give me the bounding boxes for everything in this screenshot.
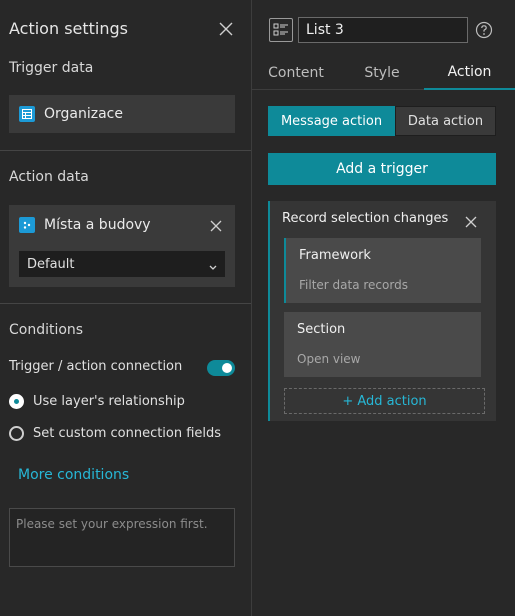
add-action-button[interactable]: + Add action <box>284 388 485 414</box>
connection-toggle-label: Trigger / action connection <box>9 359 183 374</box>
panel-title: Action settings <box>9 19 128 38</box>
radio-label: Set custom connection fields <box>33 426 222 441</box>
widget-name-input[interactable]: List 3 <box>298 17 468 43</box>
table-icon <box>19 106 35 122</box>
help-icon[interactable] <box>475 21 493 43</box>
add-trigger-button[interactable]: Add a trigger <box>268 153 496 185</box>
tab-style[interactable]: Style <box>340 56 424 90</box>
points-layer-icon <box>19 217 35 233</box>
conditions-label: Conditions <box>9 322 84 338</box>
action-data-source: Místa a budovy Default <box>9 205 235 287</box>
radio-button[interactable] <box>9 394 24 409</box>
tab-content[interactable]: Content <box>252 56 340 90</box>
action-item-title: Framework <box>299 248 371 263</box>
trigger-source-name: Organizace <box>44 106 123 122</box>
tab-action[interactable]: Action <box>424 56 515 90</box>
radio-button[interactable] <box>9 426 24 441</box>
view-select-value: Default <box>27 256 75 272</box>
radio-custom-fields[interactable]: Set custom connection fields <box>9 426 221 441</box>
widget-settings-panel: List 3 Content Style Action Message acti… <box>252 0 515 616</box>
more-conditions-link[interactable]: More conditions <box>18 467 129 483</box>
action-item-desc: Open view <box>297 352 361 366</box>
action-settings-panel: Action settings Trigger data Organizace … <box>0 0 251 616</box>
action-item-desc: Filter data records <box>299 278 408 292</box>
data-action-tab[interactable]: Data action <box>395 106 496 136</box>
radio-label: Use layer's relationship <box>33 394 185 409</box>
divider <box>0 150 251 151</box>
trigger-card-title: Record selection changes <box>282 211 449 226</box>
settings-tabs: Content Style Action <box>252 56 515 90</box>
chevron-down-icon <box>209 260 217 275</box>
remove-source-icon[interactable] <box>210 220 222 232</box>
trigger-data-label: Trigger data <box>9 60 94 76</box>
action-source-name: Místa a budovy <box>44 217 151 233</box>
message-action-tab[interactable]: Message action <box>268 106 395 136</box>
close-icon[interactable] <box>218 21 234 37</box>
connection-toggle[interactable] <box>207 360 235 376</box>
action-item[interactable]: Section Open view <box>284 312 481 377</box>
action-item-title: Section <box>297 322 346 337</box>
trigger-card: Record selection changes Framework Filte… <box>268 201 496 421</box>
expression-field[interactable]: Please set your expression first. <box>9 508 235 567</box>
trigger-data-source[interactable]: Organizace <box>9 95 235 133</box>
view-select[interactable]: Default <box>19 251 225 277</box>
close-icon[interactable] <box>465 213 477 232</box>
action-item[interactable]: Framework Filter data records <box>284 238 481 303</box>
radio-layer-relationship[interactable]: Use layer's relationship <box>9 394 185 409</box>
action-data-label: Action data <box>9 169 89 185</box>
list-widget-icon <box>269 18 293 42</box>
divider <box>0 303 251 304</box>
